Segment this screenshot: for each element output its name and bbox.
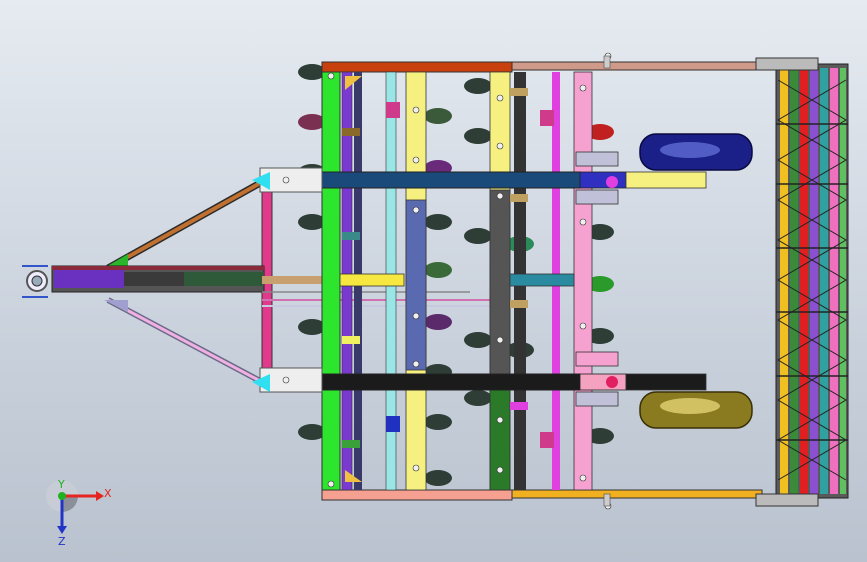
y-axis-label: Y [57,478,65,491]
x-axis-label: X [104,487,112,500]
cultivator-top-view: X Y Z [22,52,849,548]
axis-triad: X Y Z [46,478,112,548]
gauge-wheel-bottom [639,391,753,429]
main-frame [252,61,763,501]
cad-viewport[interactable]: X Y Z [0,0,867,562]
z-axis-label: Z [58,535,66,548]
gauge-wheel-top [639,133,753,171]
crumbler-roller [755,57,849,507]
